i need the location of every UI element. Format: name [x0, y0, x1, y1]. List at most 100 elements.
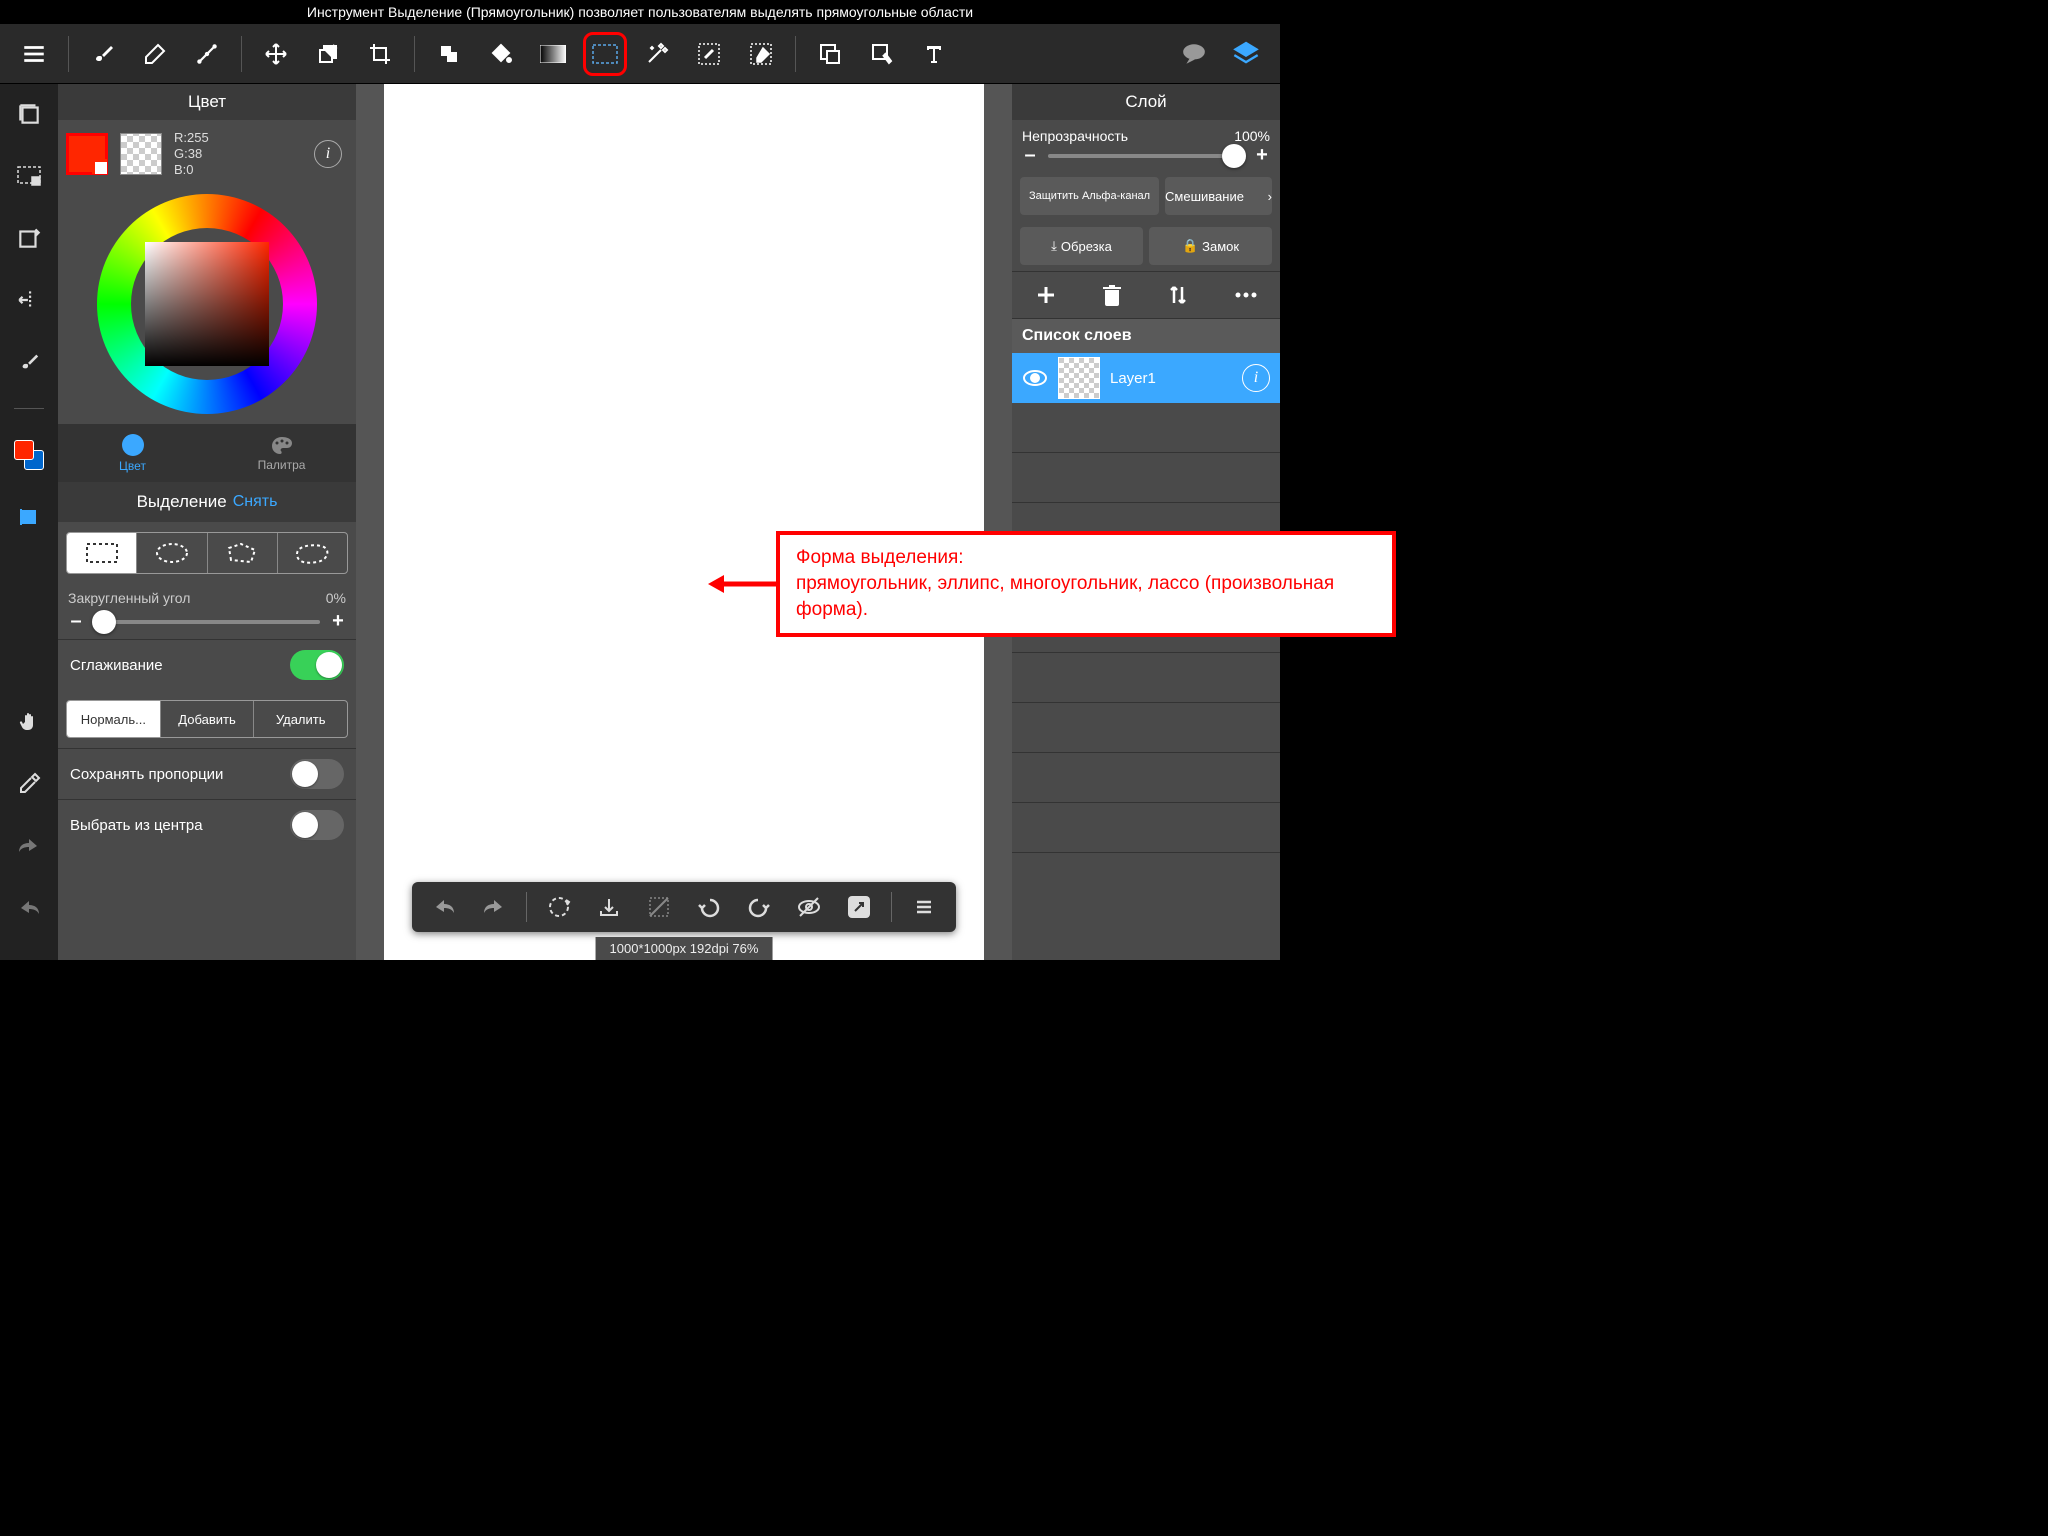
rail-fullscreen-icon[interactable]: [9, 497, 49, 537]
color-wheel[interactable]: [97, 194, 317, 414]
mode-add[interactable]: Добавить: [161, 701, 255, 737]
clear-selection-button[interactable]: Снять: [233, 493, 278, 511]
blend-button[interactable]: Смешивание›: [1165, 177, 1272, 215]
rgb-readout: R:255 G:38 B:0: [174, 130, 209, 178]
foreground-color[interactable]: [66, 133, 108, 175]
selection-shape-segmented: [66, 532, 348, 574]
opacity-minus[interactable]: –: [1022, 144, 1038, 167]
rotate-button[interactable]: [537, 885, 581, 929]
rotate-cw-button[interactable]: [737, 885, 781, 929]
from-center-switch[interactable]: [290, 810, 344, 840]
shape-ellipse[interactable]: [137, 533, 207, 573]
annotation-box: Форма выделения: прямоугольник, эллипс, …: [776, 531, 1396, 637]
rail-frames-icon[interactable]: [9, 94, 49, 134]
rail-flip-icon[interactable]: [9, 280, 49, 320]
rail-colors-icon[interactable]: [9, 435, 49, 475]
rect-select-tool[interactable]: [583, 32, 627, 76]
layer-list-title: Список слоев: [1012, 319, 1280, 353]
rail-eyedropper-icon[interactable]: [9, 764, 49, 804]
color-panel-title: Цвет: [58, 84, 356, 120]
transform-tool[interactable]: [306, 32, 350, 76]
corner-value: 0%: [326, 590, 346, 606]
menu-button[interactable]: [12, 32, 56, 76]
corner-plus[interactable]: +: [330, 610, 346, 633]
layer-thumbnail: [1058, 357, 1100, 399]
layer-more-button[interactable]: [1234, 291, 1258, 299]
layers-icon[interactable]: [1224, 32, 1268, 76]
right-panel: Слой Непрозрачность 100% – + Защитить Аль…: [1012, 84, 1280, 960]
top-toolbar: [0, 24, 1280, 84]
lock-icon: 🔒: [1182, 238, 1198, 254]
color-box[interactable]: [145, 242, 269, 366]
tab-palette[interactable]: Палитра: [207, 424, 356, 482]
corner-label: Закругленный угол: [68, 590, 190, 606]
hide-button[interactable]: [787, 885, 831, 929]
rail-selection-icon[interactable]: [9, 156, 49, 196]
layer-panel-title: Слой: [1012, 84, 1280, 120]
crop-tool[interactable]: [358, 32, 402, 76]
deselect-button[interactable]: [637, 885, 681, 929]
rail-rotate-icon[interactable]: [9, 218, 49, 258]
select-brush-tool[interactable]: [687, 32, 731, 76]
opacity-label: Непрозрачность: [1022, 128, 1128, 144]
mode-remove[interactable]: Удалить: [254, 701, 347, 737]
mode-normal[interactable]: Нормаль...: [67, 701, 161, 737]
move-tool[interactable]: [254, 32, 298, 76]
status-bar: 1000*1000px 192dpi 76%: [596, 937, 773, 960]
from-center-label: Выбрать из центра: [70, 817, 203, 834]
left-panel: Цвет R:255 G:38 B:0 i Цвет Палитра Выдел…: [58, 84, 356, 960]
shape-polygon[interactable]: [208, 533, 278, 573]
left-rail: [0, 84, 58, 960]
shape-lasso[interactable]: [278, 533, 347, 573]
add-layer-button[interactable]: [1035, 284, 1057, 306]
more-button[interactable]: [902, 885, 946, 929]
rail-undo-icon[interactable]: [9, 888, 49, 928]
expand-button[interactable]: [837, 885, 881, 929]
gradient-tool[interactable]: [531, 32, 575, 76]
layer-name: Layer1: [1110, 370, 1156, 387]
wand-tool[interactable]: [635, 32, 679, 76]
pointer-tool[interactable]: [860, 32, 904, 76]
smudge-tool[interactable]: [185, 32, 229, 76]
opacity-value: 100%: [1234, 128, 1270, 144]
crop-icon: ⤓: [1051, 238, 1057, 254]
text-tool[interactable]: [912, 32, 956, 76]
protect-alpha-button[interactable]: Защитить Альфа-канал: [1020, 177, 1159, 215]
tooltip-bar: Инструмент Выделение (Прямоугольник) поз…: [0, 0, 1280, 24]
shape-rect[interactable]: [67, 533, 137, 573]
rail-brush-icon[interactable]: [9, 342, 49, 382]
bucket-tool[interactable]: [479, 32, 523, 76]
select-eraser-tool[interactable]: [739, 32, 783, 76]
corner-minus[interactable]: –: [68, 610, 84, 633]
layer-visibility-icon[interactable]: [1022, 369, 1048, 387]
layer-info-icon[interactable]: i: [1242, 364, 1270, 392]
opacity-slider[interactable]: – +: [1022, 144, 1270, 167]
chat-icon[interactable]: [1172, 32, 1216, 76]
redo-button[interactable]: [472, 885, 516, 929]
fill-tool[interactable]: [427, 32, 471, 76]
tab-color[interactable]: Цвет: [58, 424, 207, 482]
opacity-plus[interactable]: +: [1254, 144, 1270, 167]
export-button[interactable]: [587, 885, 631, 929]
delete-layer-button[interactable]: [1102, 284, 1122, 306]
rail-redo-icon[interactable]: [9, 826, 49, 866]
annotation-arrow: [708, 569, 778, 599]
antialias-label: Сглаживание: [70, 657, 163, 674]
layer-item[interactable]: Layer1 i: [1012, 353, 1280, 403]
corner-slider[interactable]: – +: [68, 610, 346, 633]
reorder-layer-button[interactable]: [1167, 283, 1189, 307]
undo-button[interactable]: [422, 885, 466, 929]
rail-hand-icon[interactable]: [9, 702, 49, 742]
shape-tool[interactable]: [808, 32, 852, 76]
lock-button[interactable]: 🔒Замок: [1149, 227, 1272, 265]
rotate-ccw-button[interactable]: [687, 885, 731, 929]
keep-ratio-switch[interactable]: [290, 759, 344, 789]
color-info-icon[interactable]: i: [314, 140, 342, 168]
eraser-tool[interactable]: [133, 32, 177, 76]
crop-button[interactable]: ⤓Обрезка: [1020, 227, 1143, 265]
canvas[interactable]: [384, 84, 984, 960]
selection-panel-header: Выделение Снять: [58, 482, 356, 522]
antialias-switch[interactable]: [290, 650, 344, 680]
background-color[interactable]: [120, 133, 162, 175]
brush-tool[interactable]: [81, 32, 125, 76]
